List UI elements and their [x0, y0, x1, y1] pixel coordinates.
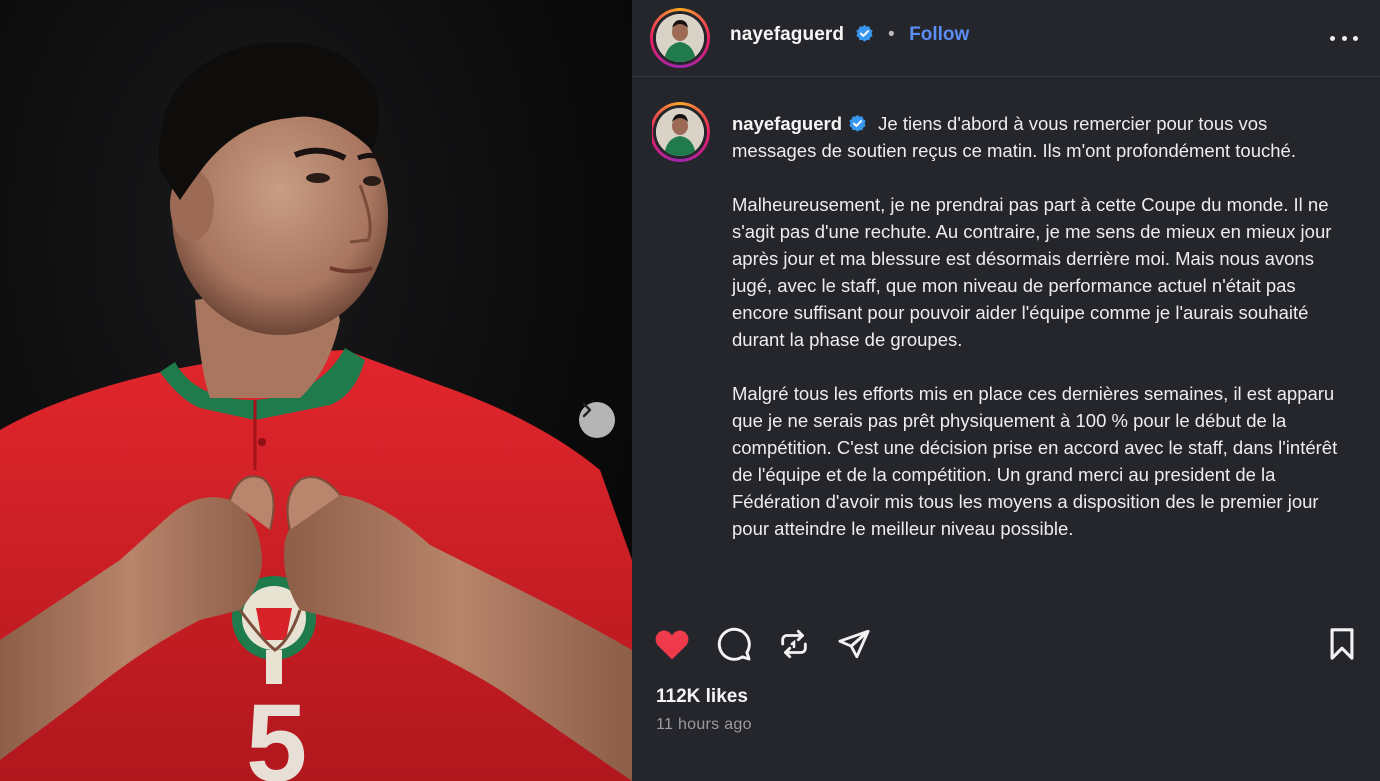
author-avatar[interactable] [650, 8, 710, 68]
caption-text: nayefaguerd Je tiens d'abord à vous reme… [732, 110, 1350, 569]
post-header: nayefaguerd • Follow [632, 0, 1380, 76]
separator-dot: • [888, 24, 895, 45]
post-media[interactable]: 5 [0, 0, 632, 781]
header-divider [632, 76, 1380, 77]
chevron-right-icon [582, 402, 592, 418]
more-icon [1330, 35, 1335, 41]
author-username[interactable]: nayefaguerd [730, 24, 844, 45]
like-button[interactable] [652, 624, 692, 664]
post-side-panel: nayefaguerd • Follow nayefaguerd Je tien… [632, 0, 1380, 781]
comment-button[interactable] [714, 624, 754, 664]
instagram-post: 5 nayefaguerd • Follow nayefaguerd Je ti… [0, 0, 1380, 781]
next-media-button[interactable] [579, 402, 615, 438]
verified-badge-icon [855, 24, 873, 42]
player-photo: 5 [0, 42, 632, 781]
caption-username[interactable]: nayefaguerd [732, 113, 842, 134]
bookmark-icon [1330, 628, 1354, 660]
verified-badge-icon [849, 114, 866, 132]
repost-icon [781, 629, 807, 659]
caption-paragraph-2: Malheureusement, je ne prendrai pas part… [732, 194, 1332, 350]
comment-icon [717, 627, 751, 661]
caption-scroll-area[interactable]: nayefaguerd Je tiens d'abord à vous reme… [652, 98, 1368, 604]
follow-button[interactable]: Follow [909, 24, 969, 45]
avatar-image [656, 108, 704, 156]
share-button[interactable] [834, 624, 874, 664]
header-meta: nayefaguerd • Follow [730, 24, 969, 46]
caption-author-avatar[interactable] [652, 102, 710, 162]
like-count[interactable]: 112K likes [656, 686, 748, 708]
post-timestamp[interactable]: 11 hours ago [656, 716, 752, 734]
share-icon [838, 629, 870, 659]
caption-paragraph-3: Malgré tous les efforts mis en place ces… [732, 383, 1338, 539]
jersey-number: 5 [246, 682, 307, 781]
save-button[interactable] [1322, 624, 1362, 664]
more-options-button[interactable] [1330, 26, 1358, 50]
heart-icon [655, 630, 689, 660]
caption-paragraph: nayefaguerd Je tiens d'abord à vous reme… [732, 110, 1350, 164]
action-bar [632, 604, 1380, 682]
avatar-image [656, 14, 704, 62]
repost-button[interactable] [774, 624, 814, 664]
